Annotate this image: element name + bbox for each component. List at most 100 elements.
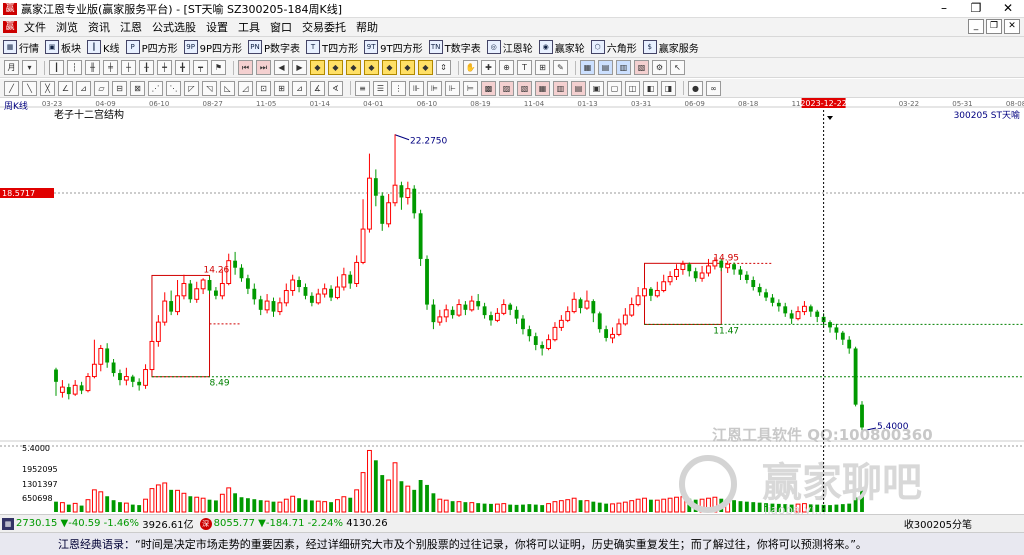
menu-formula[interactable]: 公式选股 [147, 19, 201, 35]
chart-panel[interactable]: 03-23 04-09 06-10 08-27 11-05 01-14 04-01 06-10… [0, 98, 1024, 514]
menu-file[interactable]: 文件 [19, 19, 51, 35]
close-button[interactable]: ✕ [992, 0, 1024, 17]
toolbar-quotes-button[interactable]: ▦ 行情 [0, 40, 42, 55]
diamond-icon[interactable]: ◆ [364, 60, 379, 75]
gann-tool-icon[interactable]: ◧ [643, 80, 658, 96]
flag-icon[interactable]: ⚑ [211, 60, 226, 75]
gann-tool-icon[interactable]: ▨ [499, 80, 514, 96]
line-tool-icon[interactable]: ▱ [94, 80, 109, 96]
first-bar-icon[interactable]: ⏮ [238, 60, 253, 75]
gann-tool-icon[interactable]: ◫ [625, 80, 640, 96]
diamond-icon[interactable]: ◆ [382, 60, 397, 75]
line-tool-icon[interactable]: ◿ [238, 80, 253, 96]
bar-tool-icon[interactable]: ╫ [85, 60, 100, 75]
line-tool-icon[interactable]: ⋰ [148, 80, 163, 96]
line-tool-icon[interactable]: ╲ [22, 80, 37, 96]
menu-settings[interactable]: 设置 [201, 19, 233, 35]
diamond-icon[interactable]: ◆ [418, 60, 433, 75]
gann-tool-icon[interactable]: ▧ [517, 80, 532, 96]
menu-browse[interactable]: 浏览 [51, 19, 83, 35]
minimize-button[interactable]: – [928, 0, 960, 17]
line-tool-icon[interactable]: ◹ [202, 80, 217, 96]
menu-gann[interactable]: 江恩 [115, 19, 147, 35]
toolbar-kline-button[interactable]: ┃ K线 [84, 40, 123, 55]
fib-tool-icon[interactable]: ⋮ [391, 80, 406, 96]
table-icon[interactable]: ▤ [598, 60, 613, 75]
pen-icon[interactable]: ✎ [553, 60, 568, 75]
toolbar-p-table-button[interactable]: PN P数字表 [245, 40, 303, 55]
cursor-icon[interactable]: ↖ [670, 60, 685, 75]
bar-tool-icon[interactable]: ┆ [67, 60, 82, 75]
mdi-restore-button[interactable]: ❐ [986, 19, 1002, 34]
grid-icon[interactable]: ▥ [616, 60, 631, 75]
gann-tool-icon[interactable]: ▥ [553, 80, 568, 96]
fib-tool-icon[interactable]: ⊪ [409, 80, 424, 96]
line-tool-icon[interactable]: ⊿ [292, 80, 307, 96]
toolbar-service-button[interactable]: $ 赢家服务 [640, 40, 702, 55]
palette-icon[interactable]: ● [688, 80, 703, 96]
bar-tool-icon[interactable]: ╋ [175, 60, 190, 75]
zoom-icon[interactable]: ⇕ [436, 60, 451, 75]
line-tool-icon[interactable]: ⊠ [130, 80, 145, 96]
diamond-icon[interactable]: ◆ [310, 60, 325, 75]
bar-tool-icon[interactable]: ┯ [193, 60, 208, 75]
crosshair-icon[interactable]: ✚ [481, 60, 496, 75]
mdi-minimize-button[interactable]: _ [968, 19, 984, 34]
kline-chart[interactable]: 03-23 04-09 06-10 08-27 11-05 01-14 04-01 06-10… [0, 98, 1024, 514]
settings-icon[interactable]: ⚙ [652, 60, 667, 75]
line-tool-icon[interactable]: ⊟ [112, 80, 127, 96]
toolbar-t-square-button[interactable]: T T四方形 [303, 40, 361, 55]
fib-tool-icon[interactable]: ⊩ [445, 80, 460, 96]
link-icon[interactable]: ∞ [706, 80, 721, 96]
zoom-in-icon[interactable]: ⊕ [499, 60, 514, 75]
line-tool-icon[interactable]: ∢ [328, 80, 343, 96]
diamond-icon[interactable]: ◆ [400, 60, 415, 75]
fib-tool-icon[interactable]: ☰ [373, 80, 388, 96]
toolbar-gann-wheel-button[interactable]: ◎ 江恩轮 [484, 40, 536, 55]
line-tool-icon[interactable]: ╳ [40, 80, 55, 96]
toolbar-t-table-button[interactable]: TN T数字表 [426, 40, 484, 55]
sz-index-block[interactable]: 深 8055.77 ▼-184.71 -2.24% 4130.26 [198, 517, 388, 530]
line-tool-icon[interactable]: ⊞ [274, 80, 289, 96]
sh-index-block[interactable]: ▦ 2730.15 ▼-40.59 -1.46% 3926.61亿 [0, 516, 194, 531]
diamond-icon[interactable]: ◆ [328, 60, 343, 75]
gann-tool-icon[interactable]: ◨ [661, 80, 676, 96]
gann-tool-icon[interactable]: ▩ [481, 80, 496, 96]
menu-window[interactable]: 窗口 [265, 19, 297, 35]
text-icon[interactable]: T [517, 60, 532, 75]
menu-help[interactable]: 帮助 [351, 19, 383, 35]
toolbar-hexagon-button[interactable]: ⬡ 六角形 [588, 40, 640, 55]
gann-tool-icon[interactable]: ▦ [535, 80, 550, 96]
hand-icon[interactable]: ✋ [463, 60, 478, 75]
fib-tool-icon[interactable]: ⊫ [427, 80, 442, 96]
ruler-icon[interactable]: ⊞ [535, 60, 550, 75]
line-tool-icon[interactable]: ◺ [220, 80, 235, 96]
bar-tool-icon[interactable]: ╪ [103, 60, 118, 75]
line-tool-icon[interactable]: ⊡ [256, 80, 271, 96]
last-bar-icon[interactable]: ⏭ [256, 60, 271, 75]
calendar-icon[interactable]: ▦ [580, 60, 595, 75]
line-tool-icon[interactable]: ∠ [58, 80, 73, 96]
right-arrow-icon[interactable]: ▶ [292, 60, 307, 75]
dropdown-icon[interactable]: ▾ [22, 60, 37, 75]
fib-tool-icon[interactable]: ≡ [355, 80, 370, 96]
toolbar-9t-square-button[interactable]: 9T 9T四方形 [361, 40, 425, 55]
line-tool-icon[interactable]: ◸ [184, 80, 199, 96]
line-tool-icon[interactable]: ⋱ [166, 80, 181, 96]
toolbar-9p-square-button[interactable]: 9P 9P四方形 [181, 40, 245, 55]
line-tool-icon[interactable]: ∡ [310, 80, 325, 96]
candle-tool-icon[interactable]: ┃ [49, 60, 64, 75]
chart-icon[interactable]: ▧ [634, 60, 649, 75]
fib-tool-icon[interactable]: ⊨ [463, 80, 478, 96]
restore-button[interactable]: ❐ [960, 0, 992, 17]
mdi-close-button[interactable]: ✕ [1004, 19, 1020, 34]
period-month-button[interactable]: 月 [4, 60, 19, 75]
gann-tool-icon[interactable]: ▢ [607, 80, 622, 96]
menu-info[interactable]: 资讯 [83, 19, 115, 35]
gann-tool-icon[interactable]: ▣ [589, 80, 604, 96]
line-tool-icon[interactable]: ╱ [4, 80, 19, 96]
bar-tool-icon[interactable]: ╂ [139, 60, 154, 75]
toolbar-sectors-button[interactable]: ▣ 板块 [42, 40, 84, 55]
left-arrow-icon[interactable]: ◀ [274, 60, 289, 75]
gann-tool-icon[interactable]: ▤ [571, 80, 586, 96]
